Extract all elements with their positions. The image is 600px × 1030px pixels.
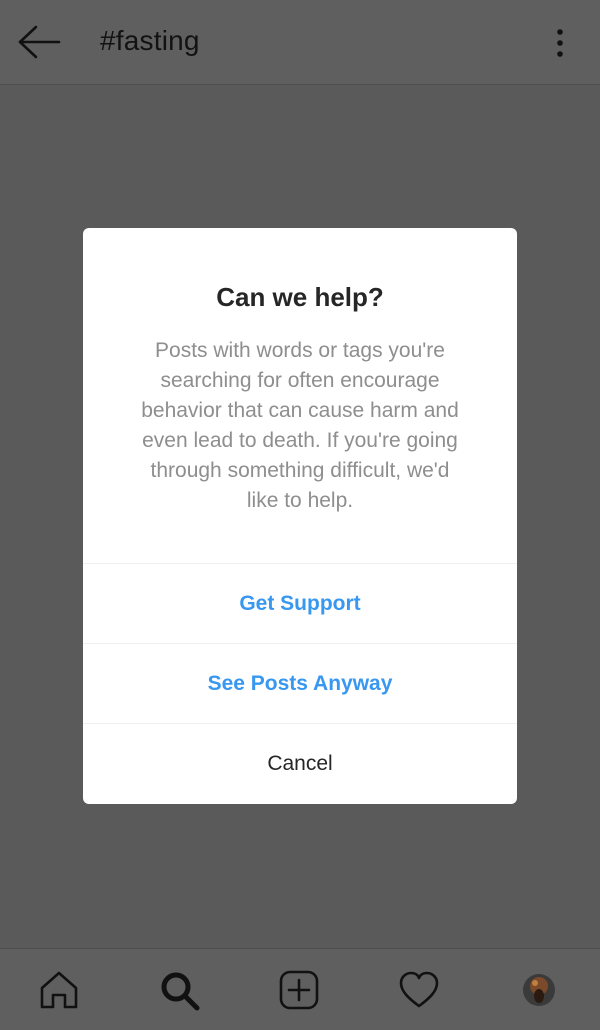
bottom-nav — [0, 948, 600, 1030]
dialog-message-line: Posts with words or tags you're — [155, 339, 445, 362]
dialog-title: Can we help? — [216, 282, 384, 312]
cancel-button[interactable]: Cancel — [83, 723, 517, 804]
activity-heart-icon[interactable] — [398, 969, 440, 1011]
dialog-message-line: searching for often encourage — [160, 369, 440, 392]
dialog-message-line: through something difficult, we'd — [150, 459, 450, 482]
dialog-message-line: even lead to death. If you're going — [142, 429, 458, 452]
more-vertical-icon[interactable] — [546, 26, 574, 60]
help-dialog: Can we help? Posts with words or tags yo… — [83, 228, 517, 804]
see-posts-anyway-button[interactable]: See Posts Anyway — [83, 643, 517, 724]
profile-avatar[interactable] — [518, 969, 560, 1011]
get-support-button[interactable]: Get Support — [83, 563, 517, 644]
home-icon[interactable] — [38, 969, 80, 1011]
dialog-message: Posts with words or tags you're searchin… — [111, 336, 489, 516]
dialog-message-line: behavior that can cause harm and — [141, 399, 459, 422]
dialog-message-line: like to help. — [246, 489, 354, 512]
search-icon[interactable] — [158, 969, 200, 1011]
top-bar: #fasting — [0, 0, 600, 85]
arrow-left-icon[interactable] — [16, 24, 62, 60]
add-post-icon[interactable] — [278, 969, 320, 1011]
page-title: #fasting — [100, 25, 200, 56]
